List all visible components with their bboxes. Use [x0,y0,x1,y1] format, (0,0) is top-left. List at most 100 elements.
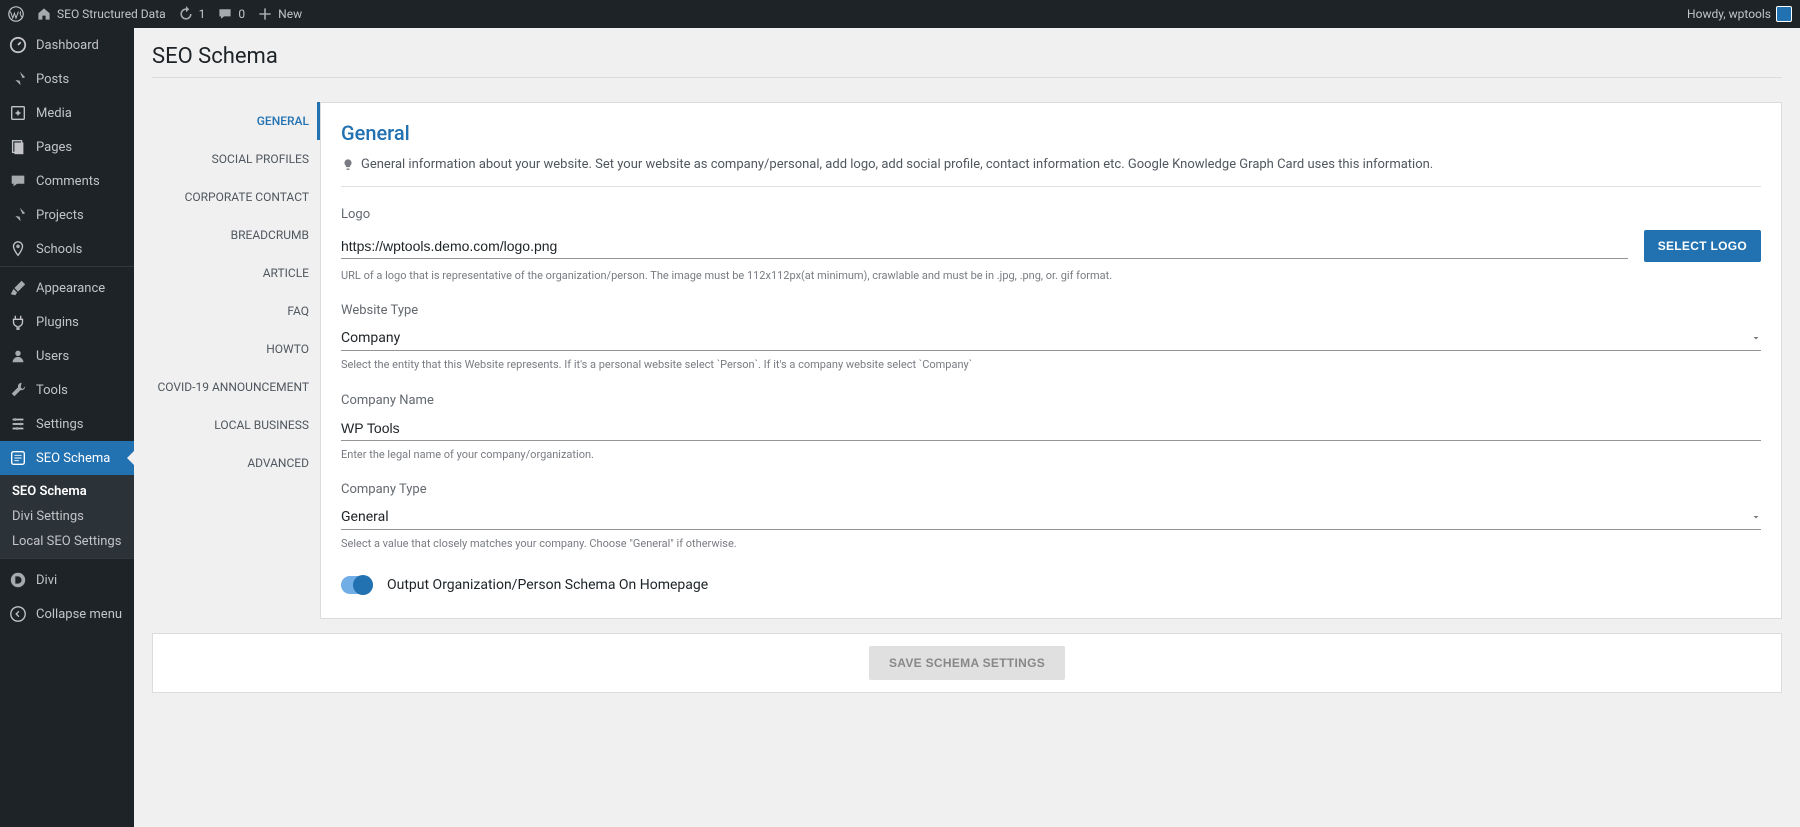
bulb-icon [341,158,355,172]
chevron-down-icon [1751,333,1761,343]
sidebar-item-label: Divi [36,573,57,588]
logo-input[interactable] [341,234,1628,259]
sidebar-item-settings[interactable]: Settings [0,407,134,441]
company-name-help: Enter the legal name of your company/org… [341,447,1761,462]
chevron-down-icon [1751,512,1761,522]
tab-covid-19-announcement[interactable]: COVID-19 ANNOUNCEMENT [152,368,320,406]
schema-icon [8,448,28,468]
settings-panel: General General information about your w… [320,102,1782,619]
comment-icon [217,6,233,22]
tab-howto[interactable]: HOWTO [152,330,320,368]
user-greeting[interactable]: Howdy, wptools [1687,6,1792,22]
sidebar-item-label: Tools [36,383,68,398]
sidebar-item-label: Collapse menu [36,607,122,622]
logo-help: URL of a logo that is representative of … [341,268,1761,283]
sidebar-item-label: Settings [36,417,83,432]
select-logo-button[interactable]: SELECT LOGO [1644,230,1761,262]
plug-icon [8,312,28,332]
sidebar-item-label: SEO Schema [36,451,110,466]
title-divider [152,77,1782,78]
sidebar-item-divi[interactable]: Divi [0,563,134,597]
tab-faq[interactable]: FAQ [152,292,320,330]
sidebar-item-media[interactable]: Media [0,96,134,130]
settings-tabs: GENERALSOCIAL PROFILESCORPORATE CONTACTB… [152,102,320,619]
brush-icon [8,278,28,298]
greeting-text: Howdy, wptools [1687,7,1771,21]
sidebar-item-dashboard[interactable]: Dashboard [0,28,134,62]
wrench-icon [8,380,28,400]
home-icon [36,6,52,22]
marker-icon [8,239,28,259]
sidebar-item-label: Comments [36,174,100,189]
pin-icon [8,205,28,225]
admin-bar: SEO Structured Data 1 0 New Howdy, wptoo… [0,0,1800,28]
new-label: New [278,7,302,21]
logo-field: Logo SELECT LOGO URL of a logo that is r… [341,207,1761,283]
dashboard-icon [8,35,28,55]
company-type-label: Company Type [341,482,1761,497]
tab-local-business[interactable]: LOCAL BUSINESS [152,406,320,444]
sidebar-item-label: Pages [36,140,72,155]
sidebar-item-seo-schema[interactable]: SEO Schema [0,441,134,475]
company-type-field: Company Type General Select a value that… [341,482,1761,551]
avatar [1776,6,1792,22]
collapse-icon [8,604,28,624]
main-content: SEO Schema GENERALSOCIAL PROFILESCORPORA… [134,28,1800,827]
sidebar-item-pages[interactable]: Pages [0,130,134,164]
output-schema-toggle[interactable] [341,576,373,594]
company-name-label: Company Name [341,393,1761,408]
settings-icon [8,414,28,434]
submenu-item-seo-schema[interactable]: SEO Schema [0,479,134,504]
wp-logo[interactable] [8,6,24,22]
tab-general[interactable]: GENERAL [152,102,320,140]
website-type-field: Website Type Company Select the entity t… [341,303,1761,372]
sidebar-item-collapse-menu[interactable]: Collapse menu [0,597,134,631]
sidebar-item-comments[interactable]: Comments [0,164,134,198]
updates-count: 1 [199,7,206,21]
pages-icon [8,137,28,157]
sidebar-item-schools[interactable]: Schools [0,232,134,266]
sidebar-item-appearance[interactable]: Appearance [0,271,134,305]
tab-advanced[interactable]: ADVANCED [152,444,320,482]
admin-sidebar: DashboardPostsMedia Pages Comments Projects… [0,28,134,827]
updates[interactable]: 1 [178,6,206,22]
save-bar: SAVE SCHEMA SETTINGS [152,633,1782,693]
comments-bar[interactable]: 0 [217,6,245,22]
wordpress-icon [8,6,24,22]
output-schema-label: Output Organization/Person Schema On Hom… [387,577,708,593]
page-title: SEO Schema [152,44,1782,69]
panel-title: General [341,121,1761,145]
company-type-value: General [341,509,389,525]
tab-social-profiles[interactable]: SOCIAL PROFILES [152,140,320,178]
tab-article[interactable]: ARTICLE [152,254,320,292]
submenu-item-divi-settings[interactable]: Divi Settings [0,504,134,529]
panel-hint-text: General information about your website. … [361,157,1433,172]
company-name-input[interactable] [341,416,1761,441]
sidebar-item-plugins[interactable]: Plugins [0,305,134,339]
divi-icon [8,570,28,590]
submenu-item-local-seo-settings[interactable]: Local SEO Settings [0,529,134,554]
tab-corporate-contact[interactable]: CORPORATE CONTACT [152,178,320,216]
media-icon [8,103,28,123]
sidebar-item-tools[interactable]: Tools [0,373,134,407]
save-schema-button[interactable]: SAVE SCHEMA SETTINGS [869,646,1065,680]
pin-icon [8,69,28,89]
plus-icon [257,6,273,22]
sidebar-item-users[interactable]: Users [0,339,134,373]
site-title-text: SEO Structured Data [57,7,166,21]
company-type-select[interactable]: General [341,505,1761,530]
company-name-field: Company Name Enter the legal name of you… [341,393,1761,462]
sidebar-item-label: Schools [36,242,82,257]
sidebar-item-label: Plugins [36,315,79,330]
sidebar-item-label: Users [36,349,69,364]
sidebar-item-posts[interactable]: Posts [0,62,134,96]
logo-label: Logo [341,207,1761,222]
comment-icon [8,171,28,191]
sidebar-item-projects[interactable]: Projects [0,198,134,232]
user-icon [8,346,28,366]
website-type-select[interactable]: Company [341,326,1761,351]
tab-breadcrumb[interactable]: BREADCRUMB [152,216,320,254]
new-content[interactable]: New [257,6,302,22]
site-name[interactable]: SEO Structured Data [36,6,166,22]
sidebar-item-label: Appearance [36,281,105,296]
